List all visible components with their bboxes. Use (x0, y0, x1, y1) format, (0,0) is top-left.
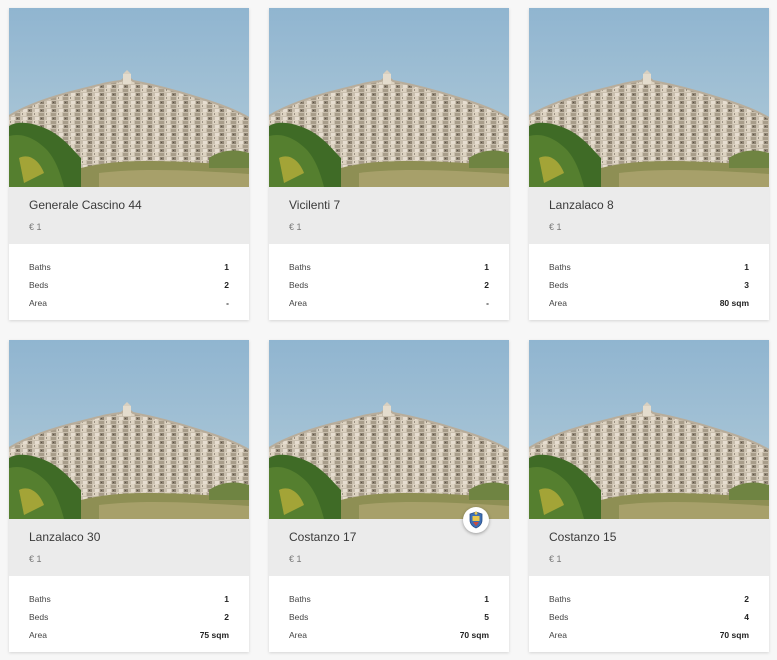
beds-label: Beds (549, 280, 569, 290)
listing-title[interactable]: Generale Cascino 44 (29, 198, 142, 212)
beds-label: Beds (289, 280, 309, 290)
beds-label: Beds (289, 612, 309, 622)
beds-label: Beds (29, 280, 49, 290)
baths-row: Baths 1 (29, 590, 229, 608)
listing-price: € 1 (289, 554, 302, 564)
baths-row: Baths 2 (549, 590, 749, 608)
listing-card[interactable]: Costanzo 17 € 1 Baths 1 Beds 5 Area 70 sqm (269, 340, 509, 652)
beds-value: 4 (744, 612, 749, 622)
listing-details: Baths 1 Beds 2 Area 75 sqm (9, 576, 249, 644)
area-row: Area - (29, 294, 229, 312)
baths-value: 1 (484, 262, 489, 272)
listing-header: Vicilenti 7 € 1 (269, 187, 509, 244)
municipality-crest-icon[interactable] (463, 507, 489, 533)
baths-label: Baths (289, 262, 311, 272)
area-value: 80 sqm (719, 298, 749, 308)
listing-details: Baths 1 Beds 5 Area 70 sqm (269, 576, 509, 644)
hilltop-town-photo[interactable] (269, 8, 509, 187)
hilltop-town-photo[interactable] (529, 8, 769, 187)
area-label: Area (549, 298, 567, 308)
baths-label: Baths (549, 262, 571, 272)
listing-card[interactable]: Generale Cascino 44 € 1 Baths 1 Beds 2 Are… (9, 8, 249, 320)
area-value: - (226, 298, 229, 308)
hilltop-town-photo[interactable] (529, 340, 769, 519)
baths-value: 1 (744, 262, 749, 272)
listing-header: Lanzalaco 8 € 1 (529, 187, 769, 244)
listing-header: Costanzo 15 € 1 (529, 519, 769, 576)
area-label: Area (29, 298, 47, 308)
beds-label: Beds (29, 612, 49, 622)
area-value: 75 sqm (199, 630, 229, 640)
beds-row: Beds 2 (289, 276, 489, 294)
listing-card[interactable]: Costanzo 15 € 1 Baths 2 Beds 4 Area 70 sqm (529, 340, 769, 652)
area-value: 70 sqm (459, 630, 489, 640)
hilltop-town-photo[interactable] (269, 340, 509, 519)
beds-row: Beds 2 (29, 276, 229, 294)
beds-row: Beds 5 (289, 608, 489, 626)
listing-header: Costanzo 17 € 1 (269, 507, 509, 576)
area-row: Area 70 sqm (289, 626, 489, 644)
area-label: Area (549, 630, 567, 640)
listing-title[interactable]: Costanzo 15 (549, 530, 616, 544)
listing-card[interactable]: Vicilenti 7 € 1 Baths 1 Beds 2 Area - (269, 8, 509, 320)
area-row: Area 80 sqm (549, 294, 749, 312)
area-label: Area (29, 630, 47, 640)
beds-row: Beds 4 (549, 608, 749, 626)
area-row: Area - (289, 294, 489, 312)
area-label: Area (289, 630, 307, 640)
listing-price: € 1 (29, 222, 42, 232)
listing-header: Lanzalaco 30 € 1 (9, 519, 249, 576)
listing-title[interactable]: Lanzalaco 30 (29, 530, 100, 544)
listing-title[interactable]: Lanzalaco 8 (549, 198, 614, 212)
listing-price: € 1 (29, 554, 42, 564)
baths-row: Baths 1 (29, 258, 229, 276)
listing-details: Baths 1 Beds 3 Area 80 sqm (529, 244, 769, 312)
baths-value: 1 (224, 262, 229, 272)
listing-price: € 1 (549, 554, 562, 564)
baths-row: Baths 1 (289, 258, 489, 276)
baths-label: Baths (29, 594, 51, 604)
beds-value: 2 (224, 612, 229, 622)
baths-label: Baths (549, 594, 571, 604)
listing-price: € 1 (289, 222, 302, 232)
baths-row: Baths 1 (549, 258, 749, 276)
listing-title[interactable]: Costanzo 17 (289, 530, 356, 544)
baths-value: 2 (744, 594, 749, 604)
beds-value: 2 (224, 280, 229, 290)
baths-row: Baths 1 (289, 590, 489, 608)
beds-value: 3 (744, 280, 749, 290)
listing-card[interactable]: Lanzalaco 30 € 1 Baths 1 Beds 2 Area 75 sqm (9, 340, 249, 652)
area-row: Area 70 sqm (549, 626, 749, 644)
listing-title[interactable]: Vicilenti 7 (289, 198, 340, 212)
listing-header: Generale Cascino 44 € 1 (9, 187, 249, 244)
area-row: Area 75 sqm (29, 626, 229, 644)
beds-label: Beds (549, 612, 569, 622)
listing-details: Baths 1 Beds 2 Area - (9, 244, 249, 312)
beds-row: Beds 3 (549, 276, 749, 294)
baths-value: 1 (484, 594, 489, 604)
listing-details: Baths 2 Beds 4 Area 70 sqm (529, 576, 769, 644)
listing-price: € 1 (549, 222, 562, 232)
area-value: - (486, 298, 489, 308)
listing-card[interactable]: Lanzalaco 8 € 1 Baths 1 Beds 3 Area 80 sqm (529, 8, 769, 320)
area-value: 70 sqm (719, 630, 749, 640)
listing-details: Baths 1 Beds 2 Area - (269, 244, 509, 312)
beds-value: 2 (484, 280, 489, 290)
beds-value: 5 (484, 612, 489, 622)
area-label: Area (289, 298, 307, 308)
baths-label: Baths (29, 262, 51, 272)
hilltop-town-photo[interactable] (9, 340, 249, 519)
beds-row: Beds 2 (29, 608, 229, 626)
baths-value: 1 (224, 594, 229, 604)
hilltop-town-photo[interactable] (9, 8, 249, 187)
baths-label: Baths (289, 594, 311, 604)
